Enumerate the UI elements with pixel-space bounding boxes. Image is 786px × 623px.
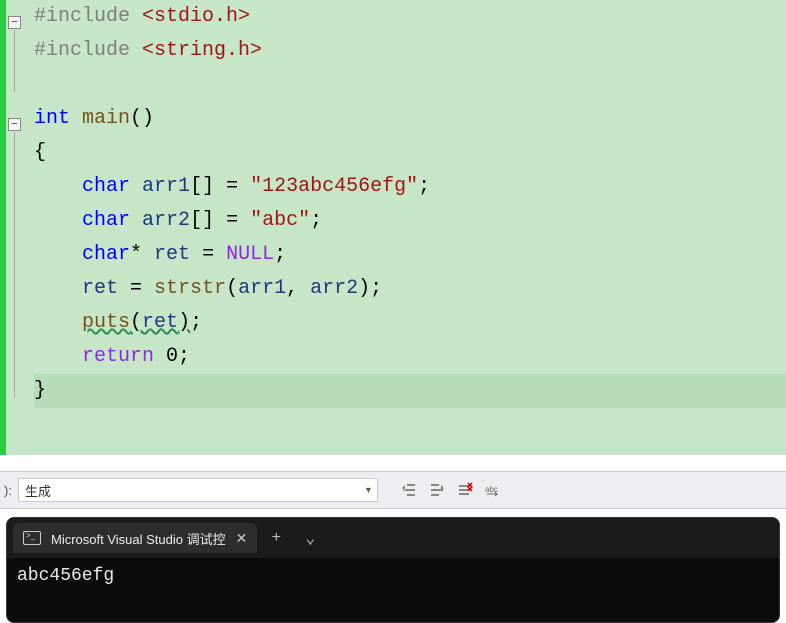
code-line[interactable]: { [34, 136, 786, 170]
code-token [70, 107, 82, 130]
code-token: main [82, 107, 130, 130]
code-line[interactable]: ret = strstr(arr1, arr2); [34, 272, 786, 306]
code-token: <stdio.h> [142, 5, 250, 28]
code-token: arr1 [142, 175, 190, 198]
new-tab-button[interactable]: + [261, 529, 291, 547]
code-token: int [34, 107, 70, 130]
fold-toggle-icon[interactable]: − [8, 118, 21, 131]
code-token: return [82, 345, 154, 368]
terminal-icon [23, 531, 41, 545]
code-token: ; [190, 311, 202, 334]
gutter[interactable]: −− [6, 0, 28, 455]
terminal-panel: Microsoft Visual Studio 调试控 ✕ + ⌄ abc456… [0, 509, 786, 623]
close-icon[interactable]: ✕ [236, 530, 248, 547]
code-token: ( [130, 311, 142, 334]
code-content[interactable]: #include <stdio.h>#include <string.h> in… [28, 0, 786, 455]
code-token: char [82, 175, 130, 198]
code-token: ; [274, 243, 286, 266]
dropdown-value: 生成 [25, 481, 51, 500]
code-token: [] = [190, 175, 250, 198]
code-token: } [34, 379, 46, 402]
code-token: * [130, 243, 154, 266]
chevron-down-icon: ▾ [366, 485, 371, 496]
code-token: arr2 [310, 277, 358, 300]
code-token [34, 175, 82, 198]
code-token: "123abc456efg" [250, 175, 418, 198]
code-token: arr1 [238, 277, 286, 300]
code-token: = [118, 277, 154, 300]
code-token: #include [34, 5, 142, 28]
output-toolbar: ): 生成 ▾ abc [0, 471, 786, 509]
code-editor[interactable]: −− #include <stdio.h>#include <string.h>… [0, 0, 786, 455]
code-line[interactable]: char arr2[] = "abc"; [34, 204, 786, 238]
code-token: ; [418, 175, 430, 198]
terminal-tabbar: Microsoft Visual Studio 调试控 ✕ + ⌄ [7, 518, 779, 558]
code-line[interactable]: } [34, 374, 786, 408]
code-token [34, 277, 82, 300]
fold-line [14, 132, 15, 398]
code-line[interactable] [34, 68, 786, 102]
code-token: [] = [190, 209, 250, 232]
code-token [130, 175, 142, 198]
code-token: ret [142, 311, 178, 334]
code-token: 0; [154, 345, 190, 368]
code-token: strstr [154, 277, 226, 300]
indent-left-icon[interactable] [398, 479, 420, 501]
code-token: ret [82, 277, 118, 300]
fold-line [14, 30, 15, 92]
code-token: char [82, 243, 130, 266]
fold-toggle-icon[interactable]: − [8, 16, 21, 29]
code-token: ret [154, 243, 190, 266]
code-token: () [130, 107, 154, 130]
terminal-output[interactable]: abc456efg [7, 558, 779, 594]
code-token [34, 311, 82, 334]
toolbar-prefix: ): [4, 483, 12, 498]
code-token: arr2 [142, 209, 190, 232]
code-token: = [190, 243, 226, 266]
indent-right-icon[interactable] [426, 479, 448, 501]
terminal-tab-title: Microsoft Visual Studio 调试控 [51, 529, 226, 548]
clear-icon[interactable] [454, 479, 476, 501]
code-line[interactable]: int main() [34, 102, 786, 136]
tab-menu-chevron-icon[interactable]: ⌄ [295, 528, 325, 548]
panel-gap [0, 455, 786, 471]
code-token [130, 209, 142, 232]
code-line[interactable]: puts(ret); [34, 306, 786, 340]
code-token: ( [226, 277, 238, 300]
code-line[interactable]: char* ret = NULL; [34, 238, 786, 272]
terminal-window[interactable]: Microsoft Visual Studio 调试控 ✕ + ⌄ abc456… [6, 517, 780, 623]
code-token: NULL [226, 243, 274, 266]
code-token: <string.h> [142, 39, 262, 62]
code-token [34, 243, 82, 266]
code-token: "abc" [250, 209, 310, 232]
code-token: { [34, 141, 46, 164]
wrap-icon[interactable]: abc [482, 479, 504, 501]
code-token [34, 345, 82, 368]
code-token [34, 209, 82, 232]
code-token: ) [178, 311, 190, 334]
code-line[interactable]: return 0; [34, 340, 786, 374]
terminal-tab[interactable]: Microsoft Visual Studio 调试控 ✕ [13, 523, 257, 553]
output-source-dropdown[interactable]: 生成 ▾ [18, 478, 378, 502]
code-line[interactable]: #include <stdio.h> [34, 0, 786, 34]
code-line[interactable]: char arr1[] = "123abc456efg"; [34, 170, 786, 204]
code-line[interactable]: #include <string.h> [34, 34, 786, 68]
code-token: ; [310, 209, 322, 232]
code-token: , [286, 277, 310, 300]
code-token: puts [82, 311, 130, 334]
code-token: ); [358, 277, 382, 300]
code-token: char [82, 209, 130, 232]
code-token: #include [34, 39, 142, 62]
